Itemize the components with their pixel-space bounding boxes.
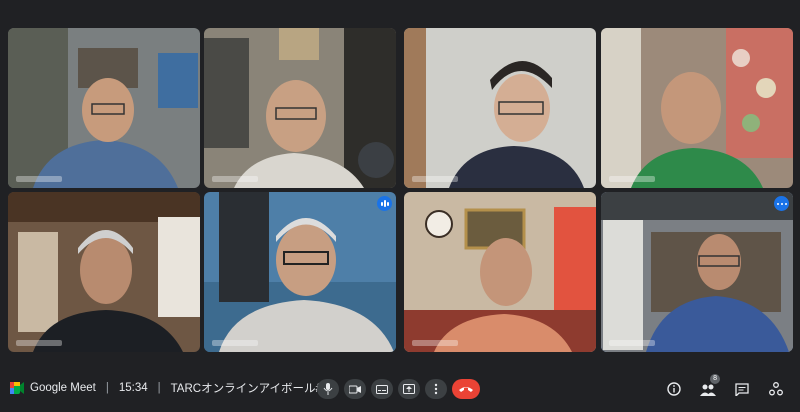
- participant-video: [601, 28, 793, 188]
- participant-name-label: [412, 176, 458, 182]
- participant-video: [204, 28, 396, 188]
- more-options-button[interactable]: [425, 379, 447, 399]
- activities-icon: [769, 382, 783, 396]
- participant-video: [8, 192, 200, 352]
- more-options-icon: [434, 383, 438, 395]
- participant-tile[interactable]: [8, 192, 200, 352]
- participant-count-badge: 8: [710, 374, 720, 384]
- mic-button[interactable]: [317, 379, 339, 399]
- meeting-title: TARCオンラインアイボール#1: [170, 383, 329, 395]
- end-call-icon: [459, 387, 473, 392]
- participant-name-label: [609, 340, 655, 346]
- captions-icon: [376, 384, 388, 394]
- participant-name-label: [16, 176, 62, 182]
- present-button[interactable]: [398, 379, 420, 399]
- participant-tile[interactable]: [204, 28, 396, 188]
- participant-video: [404, 192, 596, 352]
- participant-tile[interactable]: [204, 192, 396, 352]
- separator: |: [157, 382, 161, 394]
- participant-tile[interactable]: [601, 28, 793, 188]
- activities-button[interactable]: [766, 379, 786, 399]
- video-grid: [0, 0, 800, 365]
- participant-name-label: [16, 340, 62, 346]
- separator: |: [105, 382, 109, 394]
- participant-video: [601, 192, 793, 352]
- info-icon: [667, 382, 681, 396]
- participant-name-label: [212, 176, 258, 182]
- present-icon: [403, 384, 415, 394]
- people-button[interactable]: 8: [698, 374, 720, 399]
- tile-more-options-icon[interactable]: [774, 196, 789, 211]
- camera-button[interactable]: [344, 379, 366, 399]
- participant-video: [204, 192, 396, 352]
- participant-tile[interactable]: [404, 192, 596, 352]
- speaking-indicator-icon: [377, 196, 392, 211]
- participant-tile-pinned[interactable]: [601, 192, 793, 352]
- meeting-info: Google Meet | 15:34 | TARCオンラインアイボール#1: [10, 380, 328, 396]
- side-controls: 8: [664, 374, 786, 399]
- meeting-details-button[interactable]: [664, 379, 684, 399]
- chat-button[interactable]: [732, 379, 752, 399]
- end-call-button[interactable]: [452, 379, 480, 399]
- participant-name-label: [212, 340, 258, 346]
- meeting-time: 15:34: [118, 382, 148, 394]
- meeting-toolbar: Google Meet | 15:34 | TARCオンラインアイボール#1 8: [0, 365, 800, 412]
- captions-button[interactable]: [371, 379, 393, 399]
- participant-tile[interactable]: [404, 28, 596, 188]
- participant-video: [404, 28, 596, 188]
- google-meet-logo-icon: [10, 382, 24, 394]
- participant-video: [8, 28, 200, 188]
- chat-icon: [735, 382, 749, 396]
- participant-tile[interactable]: [8, 28, 200, 188]
- call-controls: [317, 379, 480, 399]
- people-icon: [700, 384, 716, 396]
- camera-icon: [349, 385, 361, 393]
- participant-name-label: [412, 340, 458, 346]
- mic-icon: [323, 383, 333, 395]
- app-name: Google Meet: [30, 382, 96, 394]
- participant-name-label: [609, 176, 655, 182]
